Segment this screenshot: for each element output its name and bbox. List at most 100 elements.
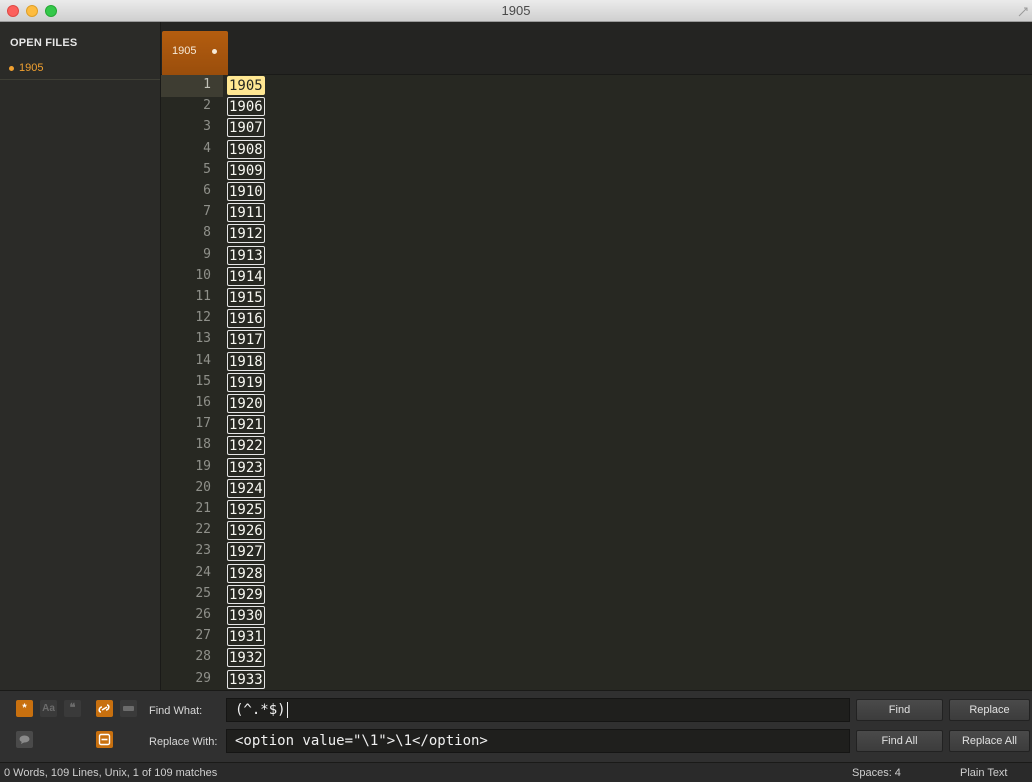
line-number: 2 <box>203 98 211 113</box>
line-text-match: 1923 <box>227 458 265 477</box>
line-text-match: 1908 <box>227 140 265 159</box>
line-text-match: 1920 <box>227 394 265 413</box>
line-text-match: 1924 <box>227 479 265 498</box>
line-number: 9 <box>203 247 211 262</box>
open-files-header: OPEN FILES <box>10 37 78 49</box>
line-number: 1 <box>203 77 211 92</box>
editor-line[interactable]: 12 1916 <box>161 308 1032 329</box>
tab-bar: 1905 <box>161 22 1032 75</box>
status-bar: 0 Words, 109 Lines, Unix, 1 of 109 match… <box>0 762 1032 782</box>
editor[interactable]: 1 1905 2 1906 3 1907 4 1908 5 1909 6 1910 7 1911 8 1912… <box>161 75 1032 690</box>
line-text-match: 1925 <box>227 500 265 519</box>
editor-line[interactable]: 7 1911 <box>161 202 1032 223</box>
editor-line[interactable]: 25 1929 <box>161 584 1032 605</box>
highlight-matches-toggle-button[interactable] <box>96 731 113 748</box>
line-number: 3 <box>203 119 211 134</box>
editor-line[interactable]: 5 1909 <box>161 160 1032 181</box>
line-number: 20 <box>195 480 211 495</box>
line-text-match: 1911 <box>227 203 265 222</box>
editor-line[interactable]: 10 1914 <box>161 266 1032 287</box>
tab-1905[interactable]: 1905 <box>162 31 228 75</box>
editor-line[interactable]: 6 1910 <box>161 181 1032 202</box>
line-number: 5 <box>203 162 211 177</box>
tab-modified-dot-icon[interactable] <box>212 49 217 54</box>
editor-line[interactable]: 21 1925 <box>161 499 1032 520</box>
editor-line[interactable]: 18 1922 <box>161 435 1032 456</box>
editor-line[interactable]: 9 1913 <box>161 245 1032 266</box>
status-info: 0 Words, 109 Lines, Unix, 1 of 109 match… <box>4 767 218 779</box>
replace-all-button[interactable]: Replace All <box>949 730 1030 752</box>
editor-line[interactable]: 2 1906 <box>161 96 1032 117</box>
editor-line[interactable]: 26 1930 <box>161 605 1032 626</box>
line-number: 27 <box>195 628 211 643</box>
editor-line[interactable]: 4 1908 <box>161 139 1032 160</box>
line-number: 10 <box>195 268 211 283</box>
highlight-icon <box>98 733 111 746</box>
line-text-match: 1906 <box>227 97 265 116</box>
editor-line[interactable]: 16 1920 <box>161 393 1032 414</box>
title-bar: 1905 <box>0 0 1032 22</box>
editor-line[interactable]: 23 1927 <box>161 541 1032 562</box>
case-sensitive-toggle-button[interactable]: Aa <box>40 700 57 717</box>
editor-line[interactable]: 19 1923 <box>161 457 1032 478</box>
line-number: 17 <box>195 416 211 431</box>
regex-toggle-button[interactable]: * <box>16 700 33 717</box>
line-text-match: 1921 <box>227 415 265 434</box>
line-text-match: 1926 <box>227 521 265 540</box>
line-text-match: 1930 <box>227 606 265 625</box>
preserve-case-toggle-button[interactable] <box>16 731 33 748</box>
editor-line[interactable]: 24 1928 <box>161 563 1032 584</box>
find-what-input[interactable]: (^.*$) <box>226 698 850 722</box>
line-text-match: 1918 <box>227 352 265 371</box>
line-text-match: 1914 <box>227 267 265 286</box>
editor-line[interactable]: 17 1921 <box>161 414 1032 435</box>
replace-with-label: Replace With: <box>149 736 218 748</box>
indentation-setting[interactable]: Spaces: 4 <box>852 767 901 779</box>
line-text-match: 1929 <box>227 585 265 604</box>
line-number: 4 <box>203 141 211 156</box>
find-all-button[interactable]: Find All <box>856 730 943 752</box>
editor-line[interactable]: 29 1933 <box>161 669 1032 690</box>
editor-line[interactable]: 3 1907 <box>161 117 1032 138</box>
selection-icon <box>123 706 134 711</box>
find-what-label: Find What: <box>149 705 203 717</box>
editor-line[interactable]: 20 1924 <box>161 478 1032 499</box>
line-text-match: 1919 <box>227 373 265 392</box>
in-selection-toggle-button[interactable] <box>120 700 137 717</box>
editor-line[interactable]: 27 1931 <box>161 626 1032 647</box>
line-number: 13 <box>195 331 211 346</box>
line-text-match: 1917 <box>227 330 265 349</box>
line-number: 6 <box>203 183 211 198</box>
editor-line[interactable]: 22 1926 <box>161 520 1032 541</box>
line-number: 24 <box>195 565 211 580</box>
editor-line[interactable]: 13 1917 <box>161 329 1032 350</box>
line-text-match: 1927 <box>227 542 265 561</box>
replace-with-input[interactable]: <option value="\1">\1</option> <box>226 729 850 753</box>
editor-line[interactable]: 14 1918 <box>161 351 1032 372</box>
editor-line[interactable]: 28 1932 <box>161 647 1032 668</box>
sidebar-file-item[interactable]: 1905 <box>0 58 160 80</box>
editor-line[interactable]: 11 1915 <box>161 287 1032 308</box>
tab-label: 1905 <box>172 45 197 57</box>
line-number: 21 <box>195 501 211 516</box>
fullscreen-icon[interactable] <box>1018 5 1028 17</box>
wrap-toggle-button[interactable] <box>96 700 113 717</box>
window-title: 1905 <box>501 3 531 18</box>
line-number: 28 <box>195 649 211 664</box>
syntax-setting[interactable]: Plain Text <box>960 767 1008 779</box>
modified-dot-icon <box>9 66 14 71</box>
replace-button[interactable]: Replace <box>949 699 1030 721</box>
editor-line[interactable]: 15 1919 <box>161 372 1032 393</box>
line-text-match: 1931 <box>227 627 265 646</box>
replace-with-value: <option value="\1">\1</option> <box>235 733 488 749</box>
line-number: 22 <box>195 522 211 537</box>
whole-word-toggle-button[interactable]: ❝ <box>64 700 81 717</box>
find-button[interactable]: Find <box>856 699 943 721</box>
line-text-match: 1933 <box>227 670 265 689</box>
text-caret <box>286 702 288 718</box>
editor-line[interactable]: 8 1912 <box>161 223 1032 244</box>
quote-icon: ❝ <box>69 702 76 714</box>
line-number: 25 <box>195 586 211 601</box>
line-text-match: 1932 <box>227 648 265 667</box>
editor-line[interactable]: 1 1905 <box>161 75 1032 96</box>
